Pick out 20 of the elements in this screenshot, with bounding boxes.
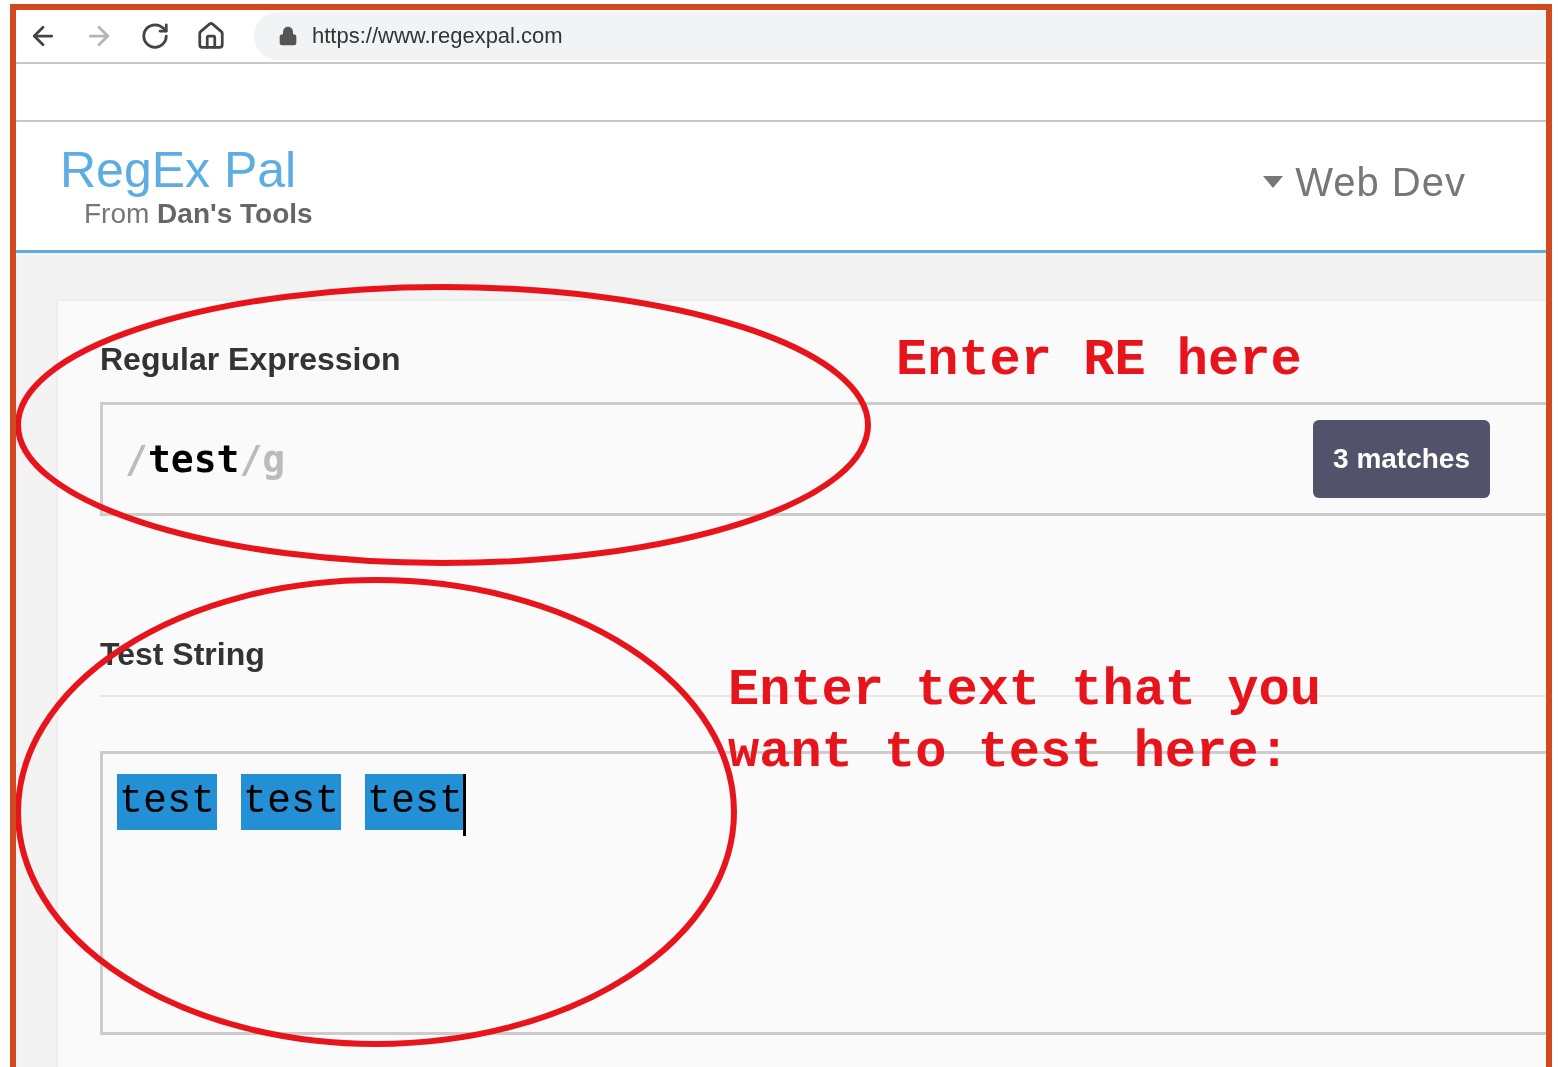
match-highlight: test <box>241 774 342 830</box>
home-button[interactable] <box>196 21 226 51</box>
regex-field[interactable]: /test/g 3 matches <box>100 402 1546 516</box>
regex-delimiter: / <box>239 437 263 481</box>
regex-label: Regular Expression <box>100 341 401 378</box>
site-subtitle: From Dan's Tools <box>84 198 313 230</box>
regex-delimiter: / <box>125 437 148 481</box>
url-text: https://www.regexpal.com <box>312 23 563 49</box>
nav-menu-link[interactable]: Web Dev <box>1263 159 1466 205</box>
match-count-badge: 3 matches <box>1313 420 1490 498</box>
annotation-note: Enter RE here <box>896 330 1302 392</box>
address-bar[interactable]: https://www.regexpal.com <box>254 12 1546 60</box>
regex-flags: g <box>262 437 286 481</box>
reload-button[interactable] <box>140 21 170 51</box>
caret-icon <box>1263 176 1284 188</box>
site-title: RegEx Pal <box>60 142 298 198</box>
lock-icon <box>278 26 298 46</box>
regex-pattern: test <box>147 437 240 481</box>
match-highlight: test <box>365 774 466 830</box>
match-highlight: test <box>117 774 217 830</box>
